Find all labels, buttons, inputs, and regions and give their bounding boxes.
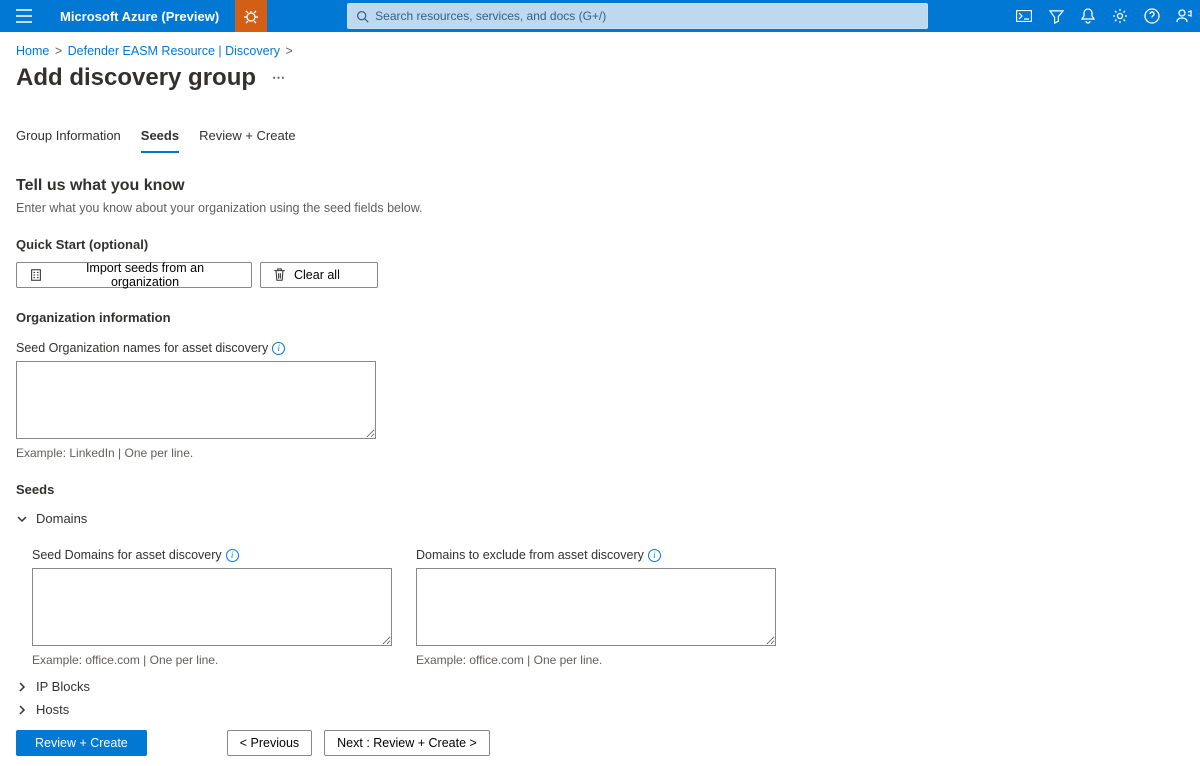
page-title: Add discovery group bbox=[16, 64, 256, 92]
notifications-button[interactable] bbox=[1072, 0, 1104, 32]
search-wrap bbox=[267, 3, 1008, 29]
feedback-icon bbox=[1176, 8, 1192, 24]
accordion-ip-blocks[interactable]: IP Blocks bbox=[16, 675, 1184, 698]
bell-icon bbox=[1081, 8, 1095, 24]
page-title-row: Add discovery group ⋯ bbox=[0, 64, 1200, 104]
import-seeds-label: Import seeds from an organization bbox=[51, 261, 239, 289]
review-create-button[interactable]: Review + Create bbox=[16, 730, 147, 756]
settings-button[interactable] bbox=[1104, 0, 1136, 32]
tab-seeds[interactable]: Seeds bbox=[141, 128, 179, 153]
intro-heading: Tell us what you know bbox=[16, 177, 1184, 195]
clear-all-button[interactable]: Clear all bbox=[260, 262, 378, 288]
cloud-shell-button[interactable] bbox=[1008, 0, 1040, 32]
breadcrumb-defender[interactable]: Defender EASM Resource | Discovery bbox=[68, 44, 280, 58]
tab-row: Group Information Seeds Review + Create bbox=[0, 104, 1200, 153]
info-icon[interactable]: i bbox=[272, 342, 285, 355]
previous-button[interactable]: < Previous bbox=[227, 730, 312, 756]
org-names-helper: Example: LinkedIn | One per line. bbox=[16, 446, 1184, 460]
breadcrumb-sep: > bbox=[55, 44, 62, 58]
search-input[interactable] bbox=[375, 9, 919, 23]
footer: Review + Create < Previous Next : Review… bbox=[0, 720, 1200, 766]
filter-button[interactable] bbox=[1040, 0, 1072, 32]
quick-start-heading: Quick Start (optional) bbox=[16, 237, 1184, 252]
seeds-heading: Seeds bbox=[16, 482, 1184, 497]
accordion-ip-blocks-label: IP Blocks bbox=[36, 679, 90, 694]
exclude-domains-helper: Example: office.com | One per line. bbox=[416, 653, 776, 667]
global-search[interactable] bbox=[347, 3, 928, 29]
organization-icon bbox=[29, 268, 43, 282]
help-button[interactable] bbox=[1136, 0, 1168, 32]
preview-bug-button[interactable] bbox=[235, 0, 267, 32]
tab-group-information[interactable]: Group Information bbox=[16, 128, 121, 153]
search-icon bbox=[356, 10, 369, 23]
breadcrumb: Home > Defender EASM Resource | Discover… bbox=[0, 32, 1200, 64]
chevron-right-icon bbox=[16, 681, 28, 693]
org-names-input[interactable] bbox=[16, 361, 376, 439]
page-more-button[interactable]: ⋯ bbox=[268, 66, 290, 90]
info-icon[interactable]: i bbox=[648, 549, 661, 562]
seed-domains-label: Seed Domains for asset discovery i bbox=[32, 548, 239, 562]
exclude-domains-input[interactable] bbox=[416, 568, 776, 646]
clear-all-label: Clear all bbox=[294, 268, 340, 282]
next-button[interactable]: Next : Review + Create > bbox=[324, 730, 490, 756]
accordion-domains-label: Domains bbox=[36, 511, 87, 526]
intro-subtext: Enter what you know about your organizat… bbox=[16, 201, 1184, 215]
accordion-hosts-label: Hosts bbox=[36, 702, 69, 717]
brand-label: Microsoft Azure (Preview) bbox=[48, 9, 231, 24]
import-seeds-button[interactable]: Import seeds from an organization bbox=[16, 262, 252, 288]
filter-icon bbox=[1049, 9, 1064, 24]
hamburger-icon bbox=[16, 9, 32, 23]
nav-toggle-button[interactable] bbox=[0, 0, 48, 32]
seed-domains-helper: Example: office.com | One per line. bbox=[32, 653, 392, 667]
bug-icon bbox=[243, 8, 259, 24]
org-info-heading: Organization information bbox=[16, 310, 1184, 325]
feedback-button[interactable] bbox=[1168, 0, 1200, 32]
content: Tell us what you know Enter what you kno… bbox=[0, 153, 1200, 721]
exclude-domains-label: Domains to exclude from asset discovery … bbox=[416, 548, 661, 562]
org-names-label: Seed Organization names for asset discov… bbox=[16, 341, 285, 355]
breadcrumb-home[interactable]: Home bbox=[16, 44, 49, 58]
chevron-right-icon bbox=[16, 704, 28, 716]
chevron-down-icon bbox=[16, 513, 28, 525]
accordion-domains-body: Seed Domains for asset discovery i Examp… bbox=[16, 530, 1184, 675]
top-right-icons bbox=[1008, 0, 1200, 32]
trash-icon bbox=[273, 268, 286, 282]
topbar: Microsoft Azure (Preview) bbox=[0, 0, 1200, 32]
cloud-shell-icon bbox=[1016, 10, 1032, 22]
gear-icon bbox=[1112, 8, 1128, 24]
seed-domains-input[interactable] bbox=[32, 568, 392, 646]
info-icon[interactable]: i bbox=[226, 549, 239, 562]
accordion-domains[interactable]: Domains bbox=[16, 507, 1184, 530]
breadcrumb-sep: > bbox=[285, 44, 292, 58]
help-icon bbox=[1144, 8, 1160, 24]
accordion-hosts[interactable]: Hosts bbox=[16, 698, 1184, 721]
tab-review-create[interactable]: Review + Create bbox=[199, 128, 295, 153]
